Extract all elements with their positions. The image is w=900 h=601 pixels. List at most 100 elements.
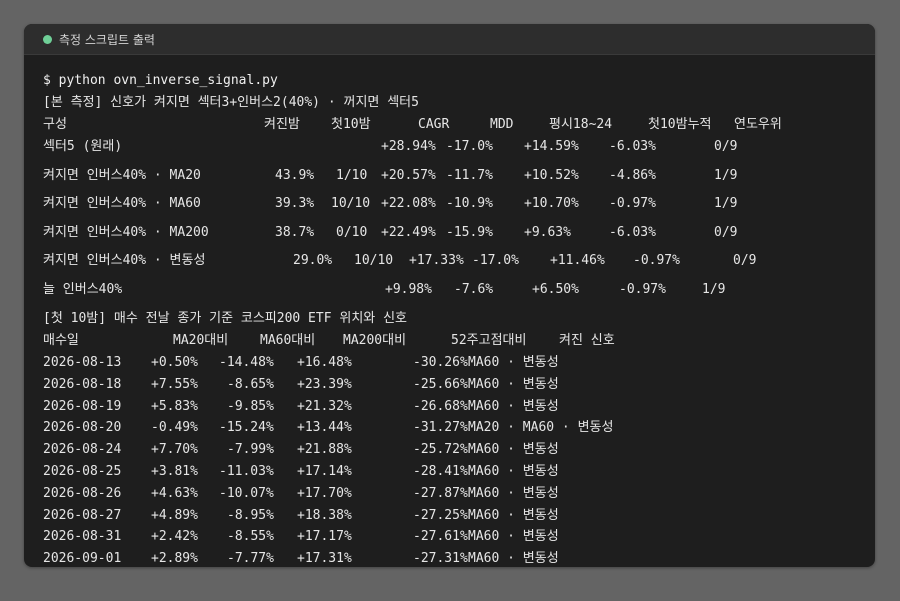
table1-header-first10: 첫10밤 bbox=[331, 117, 371, 132]
table2-cell-vs-ma20: +2.42% bbox=[151, 529, 198, 545]
table2-cell-vs-ma60: -8.55% bbox=[227, 529, 274, 545]
window-title: 측정 스크립트 출력 bbox=[59, 32, 155, 47]
table2-cell-signals: MA60 · 변동성 bbox=[468, 464, 559, 479]
table1-header-composition: 구성 bbox=[43, 117, 67, 132]
table2-cell-vs-ma20: +2.89% bbox=[151, 551, 198, 567]
table2-cell-vs-ma200: +17.31% bbox=[297, 551, 352, 567]
table1-header-cagr: CAGR bbox=[418, 117, 450, 132]
table2-cell-vs-ma200: +13.44% bbox=[297, 420, 352, 436]
table1-cell-year-edge: 0/9 bbox=[714, 139, 738, 154]
table1-cell-first10: 0/10 bbox=[336, 224, 368, 240]
table1-header-first10-cum: 첫10밤누적 bbox=[648, 117, 712, 132]
table2-cell-buy-date: 2026-08-24 bbox=[43, 442, 122, 458]
table2-cell-buy-date: 2026-08-13 bbox=[43, 355, 122, 370]
table1-cell-mdd: -17.0% bbox=[446, 139, 493, 154]
table1-cell-first10: 10/10 bbox=[354, 253, 394, 269]
table1-cell-first10-cum: -0.97% bbox=[609, 196, 656, 212]
table2-header-vs-ma200: MA200대비 bbox=[343, 333, 407, 348]
table2-cell-vs-52w-high: -30.26% bbox=[413, 355, 468, 370]
table1-cell-cagr: +22.08% bbox=[381, 196, 436, 212]
table1-cell-first10-cum: -6.03% bbox=[609, 224, 656, 240]
table2-cell-buy-date: 2026-08-20 bbox=[43, 420, 122, 436]
table2-cell-buy-date: 2026-08-26 bbox=[43, 485, 122, 501]
table1-cell-year-edge: 0/9 bbox=[733, 253, 757, 269]
table1-cell-composition: 늘 인버스40% bbox=[43, 282, 123, 297]
table1-cell-first10-cum: -4.86% bbox=[609, 167, 656, 183]
table2-cell-vs-52w-high: -25.72% bbox=[413, 442, 468, 458]
table2-cell-vs-52w-high: -27.31% bbox=[413, 551, 468, 567]
table2-cell-vs-ma60: -10.07% bbox=[219, 485, 274, 501]
table1-cell-composition: 켜지면 인버스40% · 변동성 bbox=[43, 253, 206, 269]
table2-cell-vs-52w-high: -26.68% bbox=[413, 398, 468, 414]
table2-header-vs-ma20: MA20대비 bbox=[173, 333, 229, 348]
table2-cell-vs-ma200: +16.48% bbox=[297, 355, 352, 370]
table1-cell-composition: 켜지면 인버스40% · MA60 bbox=[43, 196, 201, 212]
table2-cell-buy-date: 2026-08-25 bbox=[43, 464, 122, 479]
table1-header-mdd: MDD bbox=[490, 117, 514, 132]
table2-cell-buy-date: 2026-08-18 bbox=[43, 376, 122, 392]
table2-cell-signals: MA60 · 변동성 bbox=[468, 376, 559, 392]
table2-cell-vs-ma60: -8.95% bbox=[227, 507, 274, 523]
table2-cell-vs-ma60: -14.48% bbox=[219, 355, 274, 370]
table2-header-vs-ma60: MA60대비 bbox=[260, 333, 316, 348]
table2-cell-vs-ma60: -7.77% bbox=[227, 551, 274, 567]
table2-cell-vs-ma200: +21.32% bbox=[297, 398, 352, 414]
table2-cell-buy-date: 2026-08-19 bbox=[43, 398, 122, 414]
table1-cell-year-edge: 1/9 bbox=[702, 282, 726, 297]
table1-cell-first10-cum: -0.97% bbox=[619, 282, 666, 297]
table2-cell-vs-ma60: -7.99% bbox=[227, 442, 274, 458]
table1-cell-composition: 섹터5 (원래) bbox=[43, 139, 123, 154]
table2-cell-vs-ma200: +17.70% bbox=[297, 485, 352, 501]
table1-cell-normal-18-24: +10.52% bbox=[524, 167, 579, 183]
table2-cell-vs-52w-high: -27.25% bbox=[413, 507, 468, 523]
table2-cell-vs-52w-high: -27.87% bbox=[413, 485, 468, 501]
table2-cell-vs-52w-high: -25.66% bbox=[413, 376, 468, 392]
table2-cell-signals: MA60 · 변동성 bbox=[468, 442, 559, 458]
table2-cell-vs-ma60: -9.85% bbox=[227, 398, 274, 414]
table2-cell-vs-ma200: +21.88% bbox=[297, 442, 352, 458]
table2-cell-signals: MA60 · 변동성 bbox=[468, 551, 559, 567]
table2-cell-vs-ma20: +7.55% bbox=[151, 376, 198, 392]
table1-cell-first10: 1/10 bbox=[336, 167, 368, 183]
table2-cell-vs-ma60: -15.24% bbox=[219, 420, 274, 436]
window-titlebar: 측정 스크립트 출력 bbox=[24, 24, 875, 55]
table1-cell-on-nights: 43.9% bbox=[275, 167, 315, 183]
table2-cell-vs-ma20: +4.89% bbox=[151, 507, 198, 523]
table1-cell-on-nights: 38.7% bbox=[275, 224, 315, 240]
table1-header-normal-18-24: 평시18~24 bbox=[549, 117, 613, 132]
table2-cell-vs-52w-high: -27.61% bbox=[413, 529, 468, 545]
table2-cell-vs-ma200: +17.17% bbox=[297, 529, 352, 545]
table1-cell-mdd: -15.9% bbox=[446, 224, 493, 240]
table1-cell-first10-cum: -0.97% bbox=[633, 253, 680, 269]
table1-cell-first10-cum: -6.03% bbox=[609, 139, 656, 154]
table1-cell-cagr: +17.33% bbox=[409, 253, 464, 269]
table1-cell-cagr: +28.94% bbox=[381, 139, 436, 154]
terminal-window: 측정 스크립트 출력 $ python ovn_inverse_signal.p… bbox=[24, 24, 875, 567]
table2-cell-vs-ma20: +5.83% bbox=[151, 398, 198, 414]
table2-cell-vs-ma60: -11.03% bbox=[219, 464, 274, 479]
table2-cell-vs-ma60: -8.65% bbox=[227, 376, 274, 392]
table2-cell-vs-ma200: +18.38% bbox=[297, 507, 352, 523]
table2-cell-signals: MA60 · 변동성 bbox=[468, 529, 559, 545]
table1-cell-mdd: -17.0% bbox=[472, 253, 519, 269]
table1-header-on-nights: 켜진밤 bbox=[264, 117, 300, 132]
table1-cell-first10: 10/10 bbox=[331, 196, 371, 212]
table1-cell-cagr: +9.98% bbox=[385, 282, 432, 297]
table1-cell-mdd: -11.7% bbox=[446, 167, 493, 183]
table2-header-buy-date: 매수일 bbox=[43, 333, 79, 348]
command-line: $ python ovn_inverse_signal.py bbox=[43, 73, 278, 88]
table2-cell-buy-date: 2026-08-31 bbox=[43, 529, 122, 545]
table2-cell-signals: MA60 · 변동성 bbox=[468, 485, 559, 501]
table2-cell-buy-date: 2026-09-01 bbox=[43, 551, 122, 567]
table1-header-year-edge: 연도우위 bbox=[734, 117, 782, 132]
table2-cell-vs-ma20: +4.63% bbox=[151, 485, 198, 501]
terminal-output[interactable]: $ python ovn_inverse_signal.py [본 측정] 신호… bbox=[24, 55, 875, 566]
table2-cell-signals: MA60 · 변동성 bbox=[468, 355, 559, 370]
table1-cell-composition: 켜지면 인버스40% · MA200 bbox=[43, 224, 209, 240]
section2-title: [첫 10밤] 매수 전날 종가 기준 코스피200 ETF 위치와 신호 bbox=[43, 311, 407, 326]
table1-cell-on-nights: 29.0% bbox=[293, 253, 333, 269]
table2-cell-vs-ma20: -0.49% bbox=[151, 420, 198, 436]
table1-cell-normal-18-24: +6.50% bbox=[532, 282, 579, 297]
table1-cell-on-nights: 39.3% bbox=[275, 196, 315, 212]
table1-cell-year-edge: 1/9 bbox=[714, 167, 738, 183]
